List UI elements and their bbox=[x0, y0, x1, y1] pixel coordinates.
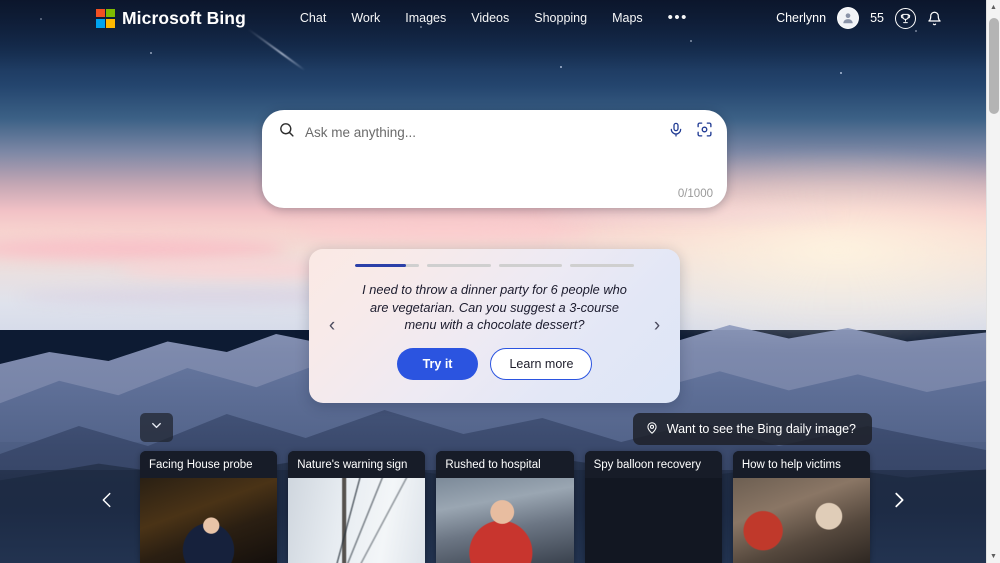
progress-bar[interactable] bbox=[355, 264, 419, 267]
nav-work[interactable]: Work bbox=[351, 11, 380, 25]
rewards-points: 55 bbox=[870, 11, 884, 25]
location-pin-icon bbox=[645, 421, 659, 438]
nav-chat[interactable]: Chat bbox=[300, 11, 326, 25]
progress-bar[interactable] bbox=[426, 264, 491, 267]
cloud bbox=[542, 206, 839, 222]
nav-videos[interactable]: Videos bbox=[471, 11, 509, 25]
char-counter: 0/1000 bbox=[677, 188, 713, 200]
collapse-feed-toggle[interactable] bbox=[140, 413, 173, 442]
scrollbar-thumb[interactable] bbox=[988, 18, 999, 114]
search-icon bbox=[278, 121, 295, 143]
news-card-title: Facing House probe bbox=[140, 451, 278, 478]
search-input[interactable] bbox=[305, 124, 668, 140]
scrollbar-track[interactable] bbox=[987, 14, 1000, 549]
header-actions: Cherlynn 55 bbox=[776, 7, 972, 29]
top-navigation-bar: Microsoft Bing Chat Work Images Videos S… bbox=[0, 0, 986, 36]
star bbox=[840, 72, 842, 74]
news-card-title: Nature's warning sign bbox=[288, 451, 426, 478]
visual-search-camera-icon[interactable] bbox=[696, 121, 713, 143]
nav-maps[interactable]: Maps bbox=[612, 11, 643, 25]
vertical-scrollbar[interactable]: ▲ ▼ bbox=[986, 0, 1000, 563]
news-card-thumbnail bbox=[436, 478, 574, 563]
carousel-progress-bars bbox=[309, 249, 680, 267]
nav-shopping[interactable]: Shopping bbox=[534, 11, 587, 25]
cloud bbox=[295, 222, 592, 240]
search-input-row bbox=[262, 110, 727, 154]
carousel-next-chevron-icon[interactable] bbox=[884, 480, 914, 520]
person-avatar-icon[interactable] bbox=[837, 7, 860, 29]
try-it-button[interactable]: Try it bbox=[396, 347, 479, 380]
user-name: Cherlynn bbox=[776, 11, 827, 25]
news-card-thumbnail bbox=[732, 478, 871, 563]
news-card-thumbnail bbox=[585, 478, 722, 563]
progress-bar[interactable] bbox=[570, 264, 634, 267]
suggestion-prev-chevron-icon[interactable]: ‹ bbox=[321, 315, 343, 337]
learn-more-button[interactable]: Learn more bbox=[490, 347, 593, 380]
news-card-title: Spy balloon recovery bbox=[584, 451, 722, 478]
news-card-title: How to help victims bbox=[732, 451, 871, 478]
brand-name: Microsoft Bing bbox=[122, 7, 246, 28]
bing-daily-image-button[interactable]: Want to see the Bing daily image? bbox=[632, 413, 872, 445]
microphone-icon[interactable] bbox=[668, 122, 684, 143]
news-card[interactable]: How to help victims bbox=[732, 451, 871, 563]
suggestion-next-chevron-icon[interactable]: › bbox=[646, 315, 668, 337]
suggestion-card: I need to throw a dinner party for 6 peo… bbox=[309, 249, 680, 403]
news-card-thumbnail bbox=[140, 478, 278, 563]
daily-image-label: Want to see the Bing daily image? bbox=[666, 422, 856, 436]
news-card-title: Rushed to hospital bbox=[436, 451, 574, 478]
news-card-thumbnail bbox=[288, 478, 426, 563]
news-card[interactable]: Facing House probe bbox=[140, 451, 278, 563]
scroll-up-arrow-icon[interactable]: ▲ bbox=[987, 0, 1000, 14]
suggestion-text: I need to throw a dinner party for 6 peo… bbox=[362, 282, 627, 332]
nav-more-icon[interactable]: ••• bbox=[668, 10, 688, 25]
progress-bar[interactable] bbox=[498, 264, 563, 267]
news-card[interactable]: Spy balloon recovery bbox=[584, 451, 722, 563]
news-card[interactable]: Rushed to hospital bbox=[436, 451, 574, 563]
bell-icon[interactable] bbox=[927, 11, 942, 26]
scroll-down-arrow-icon[interactable]: ▼ bbox=[987, 549, 1000, 563]
chevron-down-icon bbox=[149, 418, 164, 438]
suggestion-actions: Try it Learn more bbox=[309, 347, 680, 380]
search-box[interactable]: 0/1000 bbox=[262, 110, 727, 208]
bing-logo[interactable]: Microsoft Bing bbox=[96, 8, 246, 29]
main-nav: Chat Work Images Videos Shopping Maps ••… bbox=[300, 10, 688, 25]
search-tools bbox=[668, 121, 713, 143]
carousel-prev-chevron-icon[interactable] bbox=[92, 480, 122, 520]
microsoft-logo-icon bbox=[96, 8, 115, 28]
news-carousel: Facing House probe Nature's warning sign… bbox=[140, 451, 871, 563]
hamburger-menu-icon[interactable] bbox=[953, 12, 972, 24]
news-card[interactable]: Nature's warning sign bbox=[288, 451, 426, 563]
trophy-icon[interactable] bbox=[895, 7, 916, 29]
nav-images[interactable]: Images bbox=[405, 11, 446, 25]
